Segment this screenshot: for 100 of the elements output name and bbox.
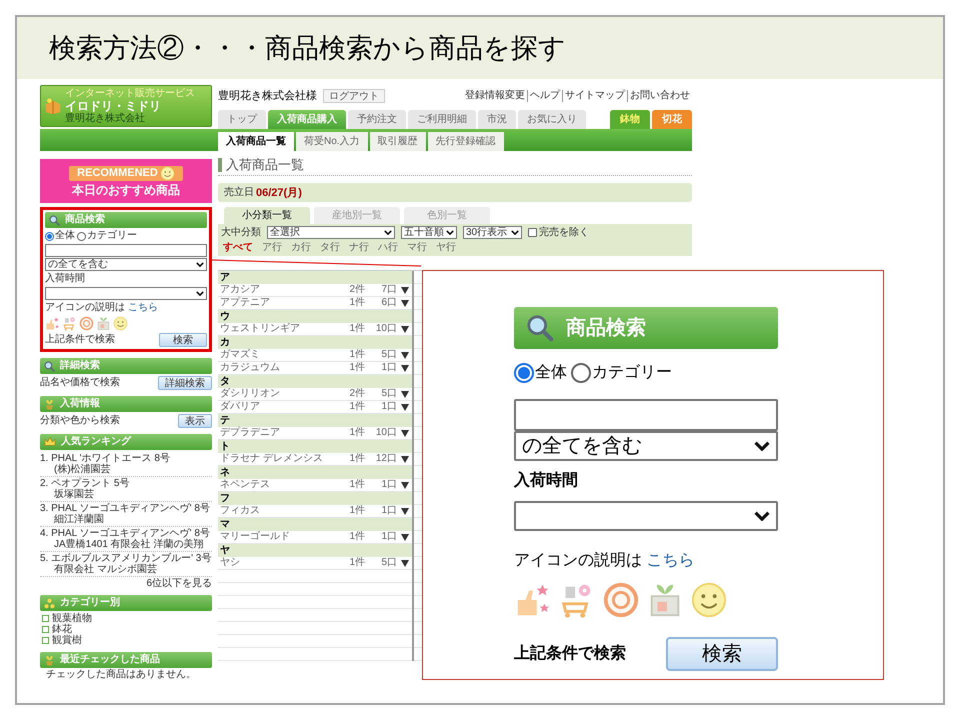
chevron-icon bbox=[196, 262, 204, 267]
kana-filter[interactable]: カ行 bbox=[291, 242, 311, 254]
product-name[interactable]: フィカス bbox=[220, 505, 339, 517]
radio-button[interactable] bbox=[77, 232, 86, 240]
product-name[interactable]: ネペンテス bbox=[220, 479, 339, 491]
keyword-field[interactable] bbox=[45, 244, 207, 257]
sale-date: 06/27(月) bbox=[256, 186, 302, 198]
group-heading: カ bbox=[218, 336, 412, 349]
rows-select[interactable]: 30行表示 bbox=[463, 226, 522, 239]
gift-box-icon bbox=[44, 97, 62, 115]
sort-select[interactable]: 五十音順 bbox=[401, 226, 457, 239]
bullet-icon bbox=[42, 626, 49, 633]
ranking-product[interactable]: 3. PHAL ソーゴユキディアンヘヴ' 8号 bbox=[40, 503, 212, 514]
sub-tab[interactable]: 先行登録確認 bbox=[428, 132, 504, 151]
sub-tab[interactable]: 荷受No.入力 bbox=[296, 132, 368, 151]
radio-button[interactable] bbox=[45, 232, 54, 240]
smiley-icon bbox=[160, 166, 175, 180]
group-heading: ヤ bbox=[218, 544, 412, 557]
product-name[interactable]: ウェストリンギア bbox=[220, 323, 339, 335]
ranking-product[interactable]: 1. PHAL 'ホワイトエース 8号 bbox=[40, 453, 212, 464]
category-link[interactable]: 鉢花 bbox=[52, 624, 72, 635]
match-mode-select[interactable]: の全てを含む bbox=[45, 258, 207, 271]
nav-tab[interactable]: 予約注文 bbox=[348, 110, 406, 129]
category-link[interactable]: 観賞樹 bbox=[52, 635, 82, 646]
utility-link[interactable]: サイトマップ bbox=[562, 90, 627, 102]
nav-tab[interactable]: お気に入り bbox=[518, 110, 586, 129]
search-button[interactable]: 検索 bbox=[666, 637, 778, 671]
category-select[interactable]: 全選択 bbox=[267, 226, 395, 239]
nav-tab[interactable]: ご利用明細 bbox=[408, 110, 476, 129]
dropdown-arrow-icon[interactable] bbox=[401, 508, 409, 514]
dropdown-arrow-icon[interactable] bbox=[401, 430, 409, 436]
checkbox[interactable] bbox=[528, 228, 538, 237]
group-heading: フ bbox=[218, 492, 412, 505]
unit-count: 10口 bbox=[374, 427, 397, 439]
dots-icon bbox=[44, 598, 55, 608]
product-name[interactable]: カラジュウム bbox=[220, 362, 339, 374]
site-logo[interactable]: インターネット販売サービス イロドリ・ミドリ 豊明花き株式会社 bbox=[40, 85, 212, 127]
product-name[interactable]: マリーゴールド bbox=[220, 531, 339, 543]
radio-label: 全体 bbox=[535, 363, 567, 383]
potted-plant-icon bbox=[44, 398, 55, 410]
ranking-product[interactable]: 2. ペオプラント 5号 bbox=[40, 478, 212, 489]
recommend-banner[interactable]: RECOMMENED 本日のおすすめ商品 bbox=[40, 159, 212, 203]
product-name[interactable]: ダシリリオン bbox=[220, 388, 339, 400]
legend-link[interactable]: こちら bbox=[646, 552, 694, 569]
kana-filter[interactable]: マ行 bbox=[407, 242, 427, 254]
empty-message: チェックした商品はありません。 bbox=[45, 669, 197, 681]
radio-button[interactable] bbox=[514, 363, 534, 383]
utility-link[interactable]: 登録情報変更 bbox=[463, 90, 527, 102]
kana-filter[interactable]: タ行 bbox=[320, 242, 340, 254]
section-title: カテゴリー別 bbox=[60, 597, 120, 609]
section-button[interactable]: 詳細検索 bbox=[158, 376, 212, 390]
category-link[interactable]: 観葉植物 bbox=[52, 613, 92, 624]
arrival-time-select[interactable] bbox=[45, 287, 207, 300]
radio-button[interactable] bbox=[571, 363, 591, 383]
kana-filter[interactable]: ア行 bbox=[262, 242, 282, 254]
dropdown-arrow-icon[interactable] bbox=[401, 456, 409, 462]
kana-filter[interactable]: ヤ行 bbox=[436, 242, 456, 254]
sub-tab[interactable]: 入荷商品一覧 bbox=[218, 132, 294, 151]
product-name[interactable]: ドラセナ デレメンシス bbox=[220, 453, 339, 465]
nav-tab[interactable]: トップ bbox=[218, 110, 266, 129]
product-name[interactable]: ガマズミ bbox=[220, 349, 339, 361]
icon-legend-note: アイコンの説明は こちら bbox=[45, 302, 159, 314]
lot-count: 1件 bbox=[348, 531, 365, 543]
icon-legend-note: アイコンの説明は こちら bbox=[514, 550, 696, 571]
logout-button[interactable]: ログアウト bbox=[323, 89, 385, 103]
nav-tab[interactable]: 市況 bbox=[478, 110, 516, 129]
utility-link[interactable]: お問い合わせ bbox=[627, 90, 692, 102]
kana-filter[interactable]: ナ行 bbox=[349, 242, 369, 254]
match-mode-select[interactable]: の全てを含む bbox=[514, 431, 778, 461]
dropdown-arrow-icon[interactable] bbox=[401, 534, 409, 540]
ranking-product[interactable]: 4. PHAL ソーゴユキディアンヘヴ' 8号 bbox=[40, 528, 212, 539]
kana-filter[interactable]: ハ行 bbox=[378, 242, 398, 254]
group-heading: ト bbox=[218, 440, 412, 453]
dropdown-arrow-icon[interactable] bbox=[401, 560, 409, 566]
product-name[interactable]: ダバリア bbox=[220, 401, 339, 413]
arrival-time-select[interactable] bbox=[514, 501, 778, 531]
more-link[interactable]: 6位以下を見る bbox=[146, 578, 212, 589]
legend-link[interactable]: こちら bbox=[128, 302, 158, 313]
product-name[interactable]: アプテニア bbox=[220, 297, 339, 309]
kana-filter[interactable]: すべて bbox=[223, 242, 253, 254]
product-name[interactable]: デプラデニア bbox=[220, 427, 339, 439]
logo-company: 豊明花き株式会社 bbox=[65, 113, 146, 124]
bullet-icon bbox=[42, 637, 49, 644]
section-note: 分類や色から検索 bbox=[40, 415, 120, 427]
group-heading: ア bbox=[218, 271, 412, 284]
view-tab[interactable]: 小分類一覧 bbox=[224, 207, 310, 224]
utility-link[interactable]: ヘルプ bbox=[527, 90, 562, 102]
search-button[interactable]: 検索 bbox=[159, 333, 207, 347]
section-button[interactable]: 表示 bbox=[178, 414, 212, 428]
product-name[interactable]: アカシア bbox=[220, 284, 339, 296]
bullet-icon bbox=[42, 615, 49, 622]
dropdown-arrow-icon[interactable] bbox=[401, 482, 409, 488]
dropdown-arrow-icon[interactable] bbox=[401, 326, 409, 332]
product-name[interactable]: ヤシ bbox=[220, 557, 339, 569]
panel-title: 商品検索 bbox=[65, 214, 105, 226]
search-icon bbox=[44, 360, 55, 372]
keyword-field[interactable] bbox=[514, 399, 778, 431]
ranking-product[interactable]: 5. エボルブルスアメリカンブルー' 3号 bbox=[40, 553, 212, 564]
sub-tab[interactable]: 取引履歴 bbox=[370, 132, 426, 151]
cart-flower-icon bbox=[62, 316, 77, 331]
